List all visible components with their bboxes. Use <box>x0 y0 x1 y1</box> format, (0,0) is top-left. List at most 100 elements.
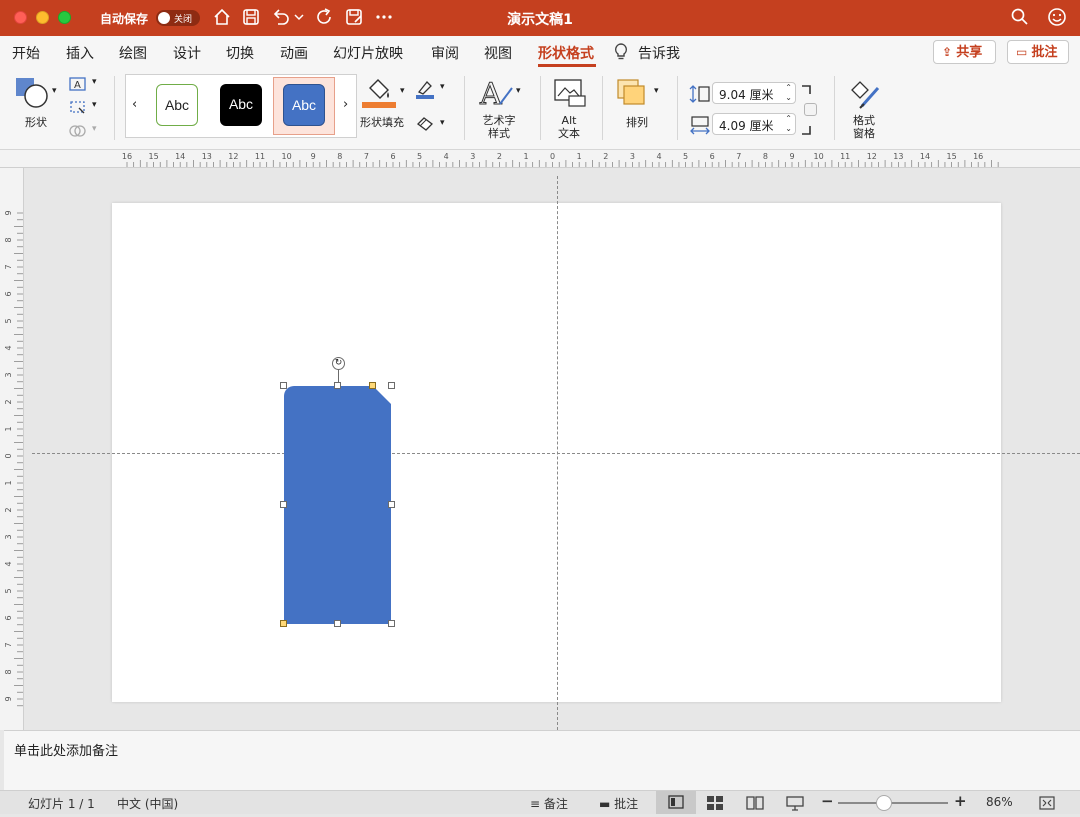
vertical-ruler-ticks: 9 8 7 6 5 4 3 2 1 0 1 2 3 4 5 6 7 8 9 <box>4 210 23 707</box>
wordart-dropdown-icon[interactable]: ▾ <box>516 86 521 96</box>
height-stepper-icon[interactable]: ⌃ ⌄ <box>785 83 792 103</box>
alt-text-label-line1: Alt <box>561 114 577 127</box>
tab-animations[interactable]: 动画 <box>280 43 308 63</box>
zoom-out-button[interactable]: − <box>821 792 834 810</box>
search-icon[interactable] <box>1009 6 1031 28</box>
fit-to-window-icon[interactable] <box>1038 795 1056 811</box>
arrange-label: 排列 <box>626 116 648 129</box>
arrange-icon[interactable] <box>616 78 648 108</box>
resize-handle-top-right[interactable] <box>388 382 395 389</box>
resize-handle-right[interactable] <box>388 501 395 508</box>
ruler-label: 12 <box>867 152 877 161</box>
wordart-styles-icon[interactable]: A <box>478 74 516 112</box>
resize-handle-left[interactable] <box>280 501 287 508</box>
ruler-label: 5 <box>4 588 13 593</box>
horizontal-ruler-ticks: 16 15 14 13 12 11 10 9 8 7 6 5 4 3 2 1 0 1 2 3 4 5 6 7 8 9 10 11 12 1… <box>122 152 999 167</box>
vertical-ruler: 9 8 7 6 5 4 3 2 1 0 1 2 3 4 5 6 7 8 9 <box>0 168 24 730</box>
share-button[interactable]: ⇪ 共享 <box>933 40 996 64</box>
notes-pane[interactable]: 单击此处添加备注 <box>4 730 1080 790</box>
ruler-label: 0 <box>550 152 555 161</box>
tab-shape-format[interactable]: 形状格式 <box>538 43 594 63</box>
gallery-next-icon[interactable]: › <box>343 97 348 112</box>
effects-dropdown-icon[interactable]: ▾ <box>440 118 445 128</box>
shapes-dropdown-icon[interactable]: ▾ <box>52 86 57 96</box>
shape-effects-icon[interactable] <box>414 114 436 132</box>
reading-view-icon[interactable] <box>745 795 765 811</box>
ruler-label: 9 <box>789 152 794 161</box>
adjust-handle-top[interactable] <box>369 382 376 389</box>
ribbon-divider <box>834 76 835 140</box>
ruler-label: 4 <box>4 561 13 566</box>
zoom-level[interactable]: 86% <box>986 795 1013 809</box>
ruler-label: 1 <box>4 426 13 431</box>
resize-handle-bottom[interactable] <box>334 620 341 627</box>
comment-label: 批注 <box>1031 45 1058 60</box>
resize-handle-bottom-right[interactable] <box>388 620 395 627</box>
shape-width-input[interactable]: 4.09 厘米 ⌃ ⌄ <box>712 113 796 135</box>
zoom-in-button[interactable]: + <box>954 792 967 810</box>
arrange-dropdown-icon[interactable]: ▾ <box>654 86 659 96</box>
ruler-label: 3 <box>470 152 475 161</box>
shapes-icon[interactable] <box>14 76 50 110</box>
gallery-prev-icon[interactable]: ‹ <box>132 97 137 112</box>
format-pane-icon[interactable] <box>848 76 882 110</box>
resize-handle-top[interactable] <box>334 382 341 389</box>
language-indicator[interactable]: 中文 (中国) <box>117 795 178 812</box>
ruler-label: 7 <box>4 264 13 269</box>
normal-view-button[interactable] <box>656 791 696 814</box>
tab-draw[interactable]: 绘图 <box>119 43 147 63</box>
alt-text-label: Alt 文本 <box>548 114 590 140</box>
tab-home[interactable]: 开始 <box>12 43 40 63</box>
width-stepper-icon[interactable]: ⌃ ⌄ <box>785 114 792 134</box>
tab-review[interactable]: 审阅 <box>431 43 459 63</box>
adjust-handle-bottom-left[interactable] <box>280 620 287 627</box>
comments-toggle-button[interactable]: ▬ 批注 <box>599 795 638 812</box>
slide-sorter-icon[interactable] <box>706 795 724 811</box>
ruler-label: 15 <box>149 152 159 161</box>
ruler-label: 7 <box>736 152 741 161</box>
tab-view[interactable]: 视图 <box>484 43 512 63</box>
shape-outline-icon[interactable] <box>414 78 436 100</box>
ruler-label: 15 <box>947 152 957 161</box>
ruler-label: 2 <box>497 152 502 161</box>
tell-me-search[interactable]: 告诉我 <box>638 43 680 63</box>
resize-handle-top-left[interactable] <box>280 382 287 389</box>
comment-button[interactable]: ▭ 批注 <box>1007 40 1069 64</box>
tab-slideshow[interactable]: 幻灯片放映 <box>333 43 403 63</box>
zoom-slider-thumb[interactable] <box>876 795 892 811</box>
style-swatch-blue[interactable]: Abc <box>283 84 325 126</box>
edit-shape-icon[interactable] <box>68 99 88 115</box>
tab-transitions[interactable]: 切换 <box>226 43 254 63</box>
slideshow-icon[interactable] <box>785 795 805 811</box>
ruler-label: 7 <box>364 152 369 161</box>
outline-dropdown-icon[interactable]: ▾ <box>440 82 445 92</box>
alt-text-icon[interactable] <box>553 78 587 108</box>
notes-placeholder[interactable]: 单击此处添加备注 <box>14 740 118 759</box>
style-swatch-outline[interactable]: Abc <box>156 84 198 126</box>
smiley-feedback-icon[interactable] <box>1046 6 1068 28</box>
ruler-label: 9 <box>4 210 13 215</box>
shape-fill-icon[interactable] <box>362 74 396 108</box>
svg-text:A: A <box>74 80 81 91</box>
shape-height-input[interactable]: 9.04 厘米 ⌃ ⌄ <box>712 82 796 104</box>
lock-aspect-checkbox[interactable] <box>804 103 817 116</box>
format-pane-label-line2: 窗格 <box>853 127 875 140</box>
ruler-label: 4 <box>656 152 661 161</box>
text-box-icon[interactable]: A <box>68 76 88 92</box>
edit-shape-dropdown-icon[interactable]: ▾ <box>92 100 97 110</box>
style-swatch-black[interactable]: Abc <box>220 84 262 126</box>
zoom-slider-track[interactable] <box>838 802 948 804</box>
comment-bubble-icon: ▬ <box>599 797 611 811</box>
tab-design[interactable]: 设计 <box>173 43 201 63</box>
selected-shape[interactable] <box>284 386 391 624</box>
horizontal-center-guide <box>32 453 1080 454</box>
ruler-label: 4 <box>4 345 13 350</box>
tab-insert[interactable]: 插入 <box>66 43 94 63</box>
ruler-label: 14 <box>175 152 185 161</box>
text-box-dropdown-icon[interactable]: ▾ <box>92 77 97 87</box>
notes-toggle-button[interactable]: ≡ 备注 <box>530 795 568 812</box>
rotation-handle[interactable]: ↻ <box>332 357 345 370</box>
fill-dropdown-icon[interactable]: ▾ <box>400 86 405 96</box>
snip-round-rectangle[interactable] <box>284 386 391 624</box>
ruler-label: 4 <box>444 152 449 161</box>
